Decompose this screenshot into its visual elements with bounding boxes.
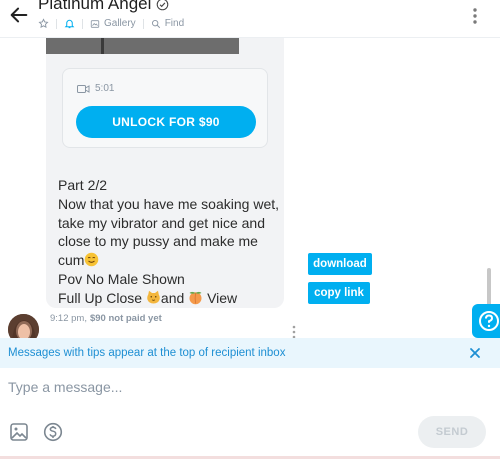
download-button[interactable]: download xyxy=(308,253,372,275)
peach-emoji-icon xyxy=(189,291,202,305)
contact-subnav: Gallery Find xyxy=(38,18,184,29)
message-line-1: Part 2/2 xyxy=(58,177,108,193)
conversation-area: 5:01 UNLOCK FOR $90 Part 2/2 Now that yo… xyxy=(0,38,500,345)
smiling-face-emoji-icon xyxy=(85,252,99,267)
close-icon[interactable] xyxy=(468,346,482,360)
gallery-icon xyxy=(90,19,100,28)
divider xyxy=(142,18,144,29)
notice-text: Messages with tips appear at the top of … xyxy=(8,347,286,359)
more-options-icon[interactable] xyxy=(472,7,478,25)
video-icon xyxy=(77,84,90,93)
contact-name[interactable]: Platinum Angel xyxy=(38,0,151,14)
message-line-4a: Full Up Close xyxy=(58,289,146,306)
price-status: $90 not paid yet xyxy=(89,313,162,324)
chat-header: Platinum Angel Gallery Find xyxy=(0,0,500,38)
help-button[interactable] xyxy=(472,304,500,338)
locked-media-card: 5:01 UNLOCK FOR $90 xyxy=(62,68,268,148)
unlock-button[interactable]: UNLOCK FOR $90 xyxy=(76,106,256,138)
message-text: Part 2/2 Now that you have me soaking we… xyxy=(58,176,280,308)
gallery-label: Gallery xyxy=(104,18,136,29)
attach-image-icon[interactable] xyxy=(9,422,29,442)
find-label: Find xyxy=(164,18,185,29)
media-preview[interactable] xyxy=(46,38,239,54)
duration-text: 5:01 xyxy=(95,83,115,94)
back-arrow-icon[interactable] xyxy=(8,4,30,26)
video-duration: 5:01 xyxy=(77,83,114,94)
copy-link-button[interactable]: copy link xyxy=(308,282,370,304)
send-button[interactable]: SEND xyxy=(418,416,486,448)
message-line-4b: and xyxy=(160,289,189,306)
scrollbar-thumb[interactable] xyxy=(487,268,491,308)
message-time: 9:12 pm, xyxy=(50,313,87,324)
star-icon[interactable] xyxy=(38,18,49,29)
title-row: Platinum Angel xyxy=(38,0,169,14)
search-icon xyxy=(151,19,160,28)
cat-face-emoji-icon xyxy=(147,290,160,304)
find-link[interactable]: Find xyxy=(151,18,184,29)
message-input[interactable]: Type a message... xyxy=(8,379,438,395)
message-meta: 9:12 pm, $90 not paid yet xyxy=(50,313,162,324)
message-line-3: Pov No Male Shown xyxy=(58,270,185,287)
tips-notice-banner: Messages with tips appear at the top of … xyxy=(0,338,500,368)
notification-bell-icon[interactable] xyxy=(64,18,75,29)
tip-dollar-icon[interactable] xyxy=(43,422,63,442)
message-line-4c: View xyxy=(207,289,238,306)
help-icon xyxy=(479,311,499,331)
divider xyxy=(56,18,57,29)
gallery-link[interactable]: Gallery xyxy=(90,18,136,29)
verified-badge-icon xyxy=(157,0,169,10)
divider xyxy=(82,18,83,29)
